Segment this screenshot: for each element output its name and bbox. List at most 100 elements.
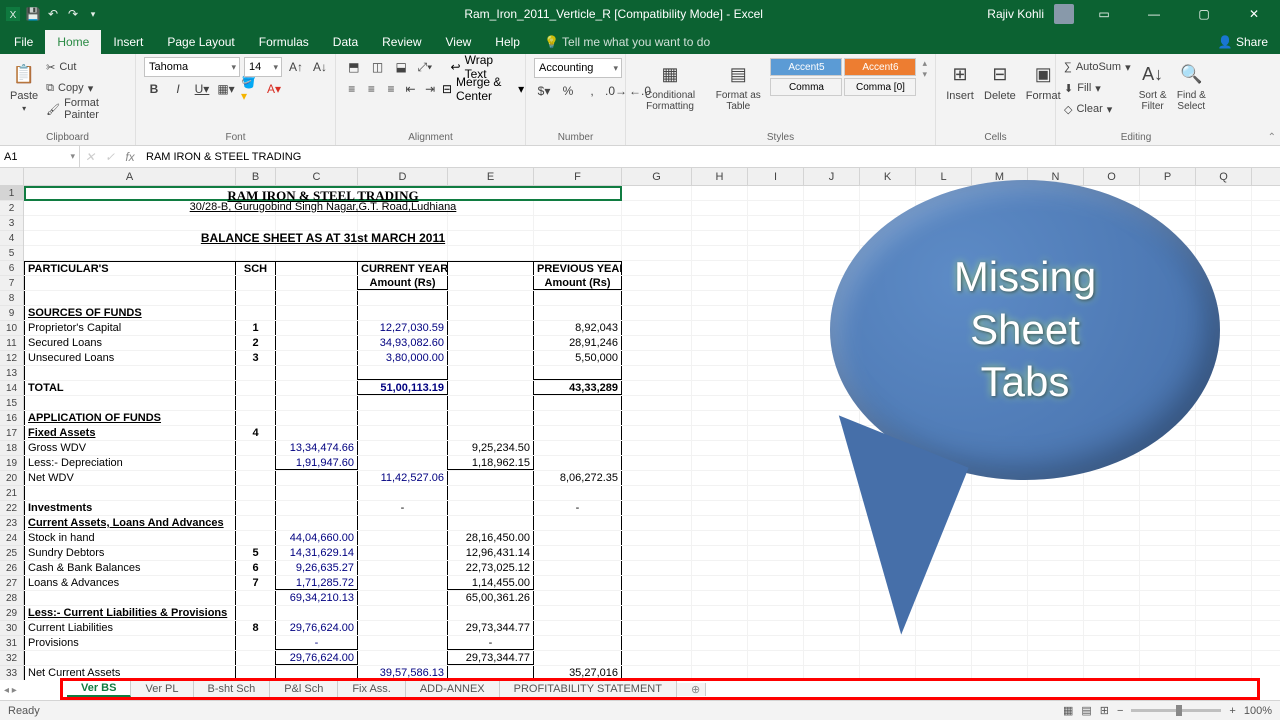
cell[interactable]: -	[358, 501, 448, 515]
cell[interactable]	[692, 516, 748, 530]
italic-button[interactable]: I	[168, 80, 188, 98]
col-header-G[interactable]: G	[622, 168, 692, 185]
maximize-icon[interactable]: ▢	[1184, 0, 1224, 28]
cell[interactable]	[622, 516, 692, 530]
pagebreak-view-icon[interactable]: ⊞	[1100, 704, 1109, 717]
cell[interactable]: SCH	[236, 261, 276, 275]
increase-indent-button[interactable]: ⇥	[422, 80, 438, 98]
cell[interactable]: Net WDV	[24, 471, 236, 485]
cell[interactable]	[236, 471, 276, 485]
cell[interactable]	[692, 411, 748, 425]
cell[interactable]	[236, 636, 276, 650]
copy-button[interactable]: ⧉Copy ▾	[46, 79, 127, 97]
cell[interactable]: Current Assets, Loans And Advances	[24, 516, 236, 530]
cell[interactable]	[236, 441, 276, 455]
row-header[interactable]: 25	[0, 546, 23, 561]
cell[interactable]	[972, 621, 1028, 635]
collapse-ribbon-icon[interactable]: ⌃	[1268, 132, 1276, 143]
cell[interactable]	[972, 651, 1028, 665]
cell[interactable]: APPLICATION OF FUNDS	[24, 411, 236, 425]
redo-icon[interactable]: ↷	[66, 7, 80, 21]
row-header[interactable]: 1	[0, 186, 23, 201]
cell[interactable]	[1084, 651, 1140, 665]
cell[interactable]	[1084, 606, 1140, 620]
cell[interactable]	[358, 291, 448, 305]
format-painter-button[interactable]: 🖌Format Painter	[46, 100, 127, 118]
cell[interactable]	[916, 576, 972, 590]
cell[interactable]	[358, 246, 448, 260]
cell[interactable]	[692, 576, 748, 590]
cell[interactable]	[1140, 561, 1196, 575]
cell[interactable]: Less:- Depreciation	[24, 456, 236, 470]
cell[interactable]: 8	[236, 621, 276, 635]
row-header[interactable]: 13	[0, 366, 23, 381]
cell[interactable]	[748, 366, 804, 380]
cell[interactable]	[622, 336, 692, 350]
row-header[interactable]: 14	[0, 381, 23, 396]
conditional-format-button[interactable]: ▦Conditional Formatting	[634, 58, 706, 114]
border-button[interactable]: ▦▾	[216, 80, 236, 98]
cell[interactable]	[1140, 636, 1196, 650]
cell[interactable]	[622, 246, 692, 260]
cell[interactable]: 29,73,344.77	[448, 651, 534, 665]
cell[interactable]	[748, 651, 804, 665]
cell[interactable]: CURRENT YEAR	[358, 261, 448, 275]
cell[interactable]	[622, 651, 692, 665]
cell[interactable]	[448, 351, 534, 365]
cell[interactable]: TOTAL	[24, 381, 236, 395]
fill-color-button[interactable]: 🪣▾	[240, 80, 260, 98]
zoom-slider[interactable]	[1131, 709, 1221, 712]
row-header[interactable]: 8	[0, 291, 23, 306]
sheet-tab[interactable]: Fix Ass.	[338, 681, 406, 697]
cell[interactable]	[916, 651, 972, 665]
cell[interactable]	[236, 606, 276, 620]
sort-filter-button[interactable]: A↓Sort & Filter	[1137, 58, 1169, 114]
cell[interactable]	[534, 366, 622, 380]
cell[interactable]: Proprietor's Capital	[24, 321, 236, 335]
cell[interactable]	[358, 546, 448, 560]
cell[interactable]	[448, 291, 534, 305]
qat-more-icon[interactable]: ▾	[86, 7, 100, 21]
cell[interactable]	[692, 456, 748, 470]
cell[interactable]	[916, 606, 972, 620]
cell[interactable]	[534, 306, 622, 320]
cell[interactable]	[1140, 591, 1196, 605]
cell[interactable]	[692, 336, 748, 350]
cell[interactable]	[748, 396, 804, 410]
style-comma0[interactable]: Comma [0]	[844, 78, 916, 96]
cell[interactable]	[534, 651, 622, 665]
row-header[interactable]: 19	[0, 456, 23, 471]
normal-view-icon[interactable]: ▦	[1063, 704, 1073, 717]
cell[interactable]	[692, 501, 748, 515]
row-header[interactable]: 33	[0, 666, 23, 680]
cell[interactable]	[534, 531, 622, 545]
tab-review[interactable]: Review	[370, 30, 433, 54]
cell[interactable]	[622, 576, 692, 590]
cell[interactable]: Amount (Rs)	[534, 276, 622, 290]
cell[interactable]	[448, 216, 534, 230]
cell[interactable]: 51,00,113.19	[358, 381, 448, 395]
cell[interactable]	[748, 471, 804, 485]
style-comma[interactable]: Comma	[770, 78, 842, 96]
cell[interactable]	[534, 546, 622, 560]
cell[interactable]: 69,34,210.13	[276, 591, 358, 605]
cell[interactable]: 5,50,000	[534, 351, 622, 365]
row-header[interactable]: 23	[0, 516, 23, 531]
tab-home[interactable]: Home	[45, 30, 101, 54]
cell[interactable]	[748, 606, 804, 620]
cell[interactable]	[448, 246, 534, 260]
zoom-out-button[interactable]: −	[1117, 705, 1123, 717]
cell[interactable]: 44,04,660.00	[276, 531, 358, 545]
percent-button[interactable]: %	[558, 82, 578, 100]
cell[interactable]	[276, 276, 358, 290]
row-header[interactable]: 5	[0, 246, 23, 261]
cell[interactable]	[534, 291, 622, 305]
cell[interactable]	[236, 651, 276, 665]
cell[interactable]	[358, 561, 448, 575]
cell[interactable]	[276, 216, 358, 230]
cell[interactable]	[622, 591, 692, 605]
avatar[interactable]	[1054, 4, 1074, 24]
close-icon[interactable]: ✕	[1234, 0, 1274, 28]
cell[interactable]	[692, 366, 748, 380]
cell[interactable]	[692, 441, 748, 455]
